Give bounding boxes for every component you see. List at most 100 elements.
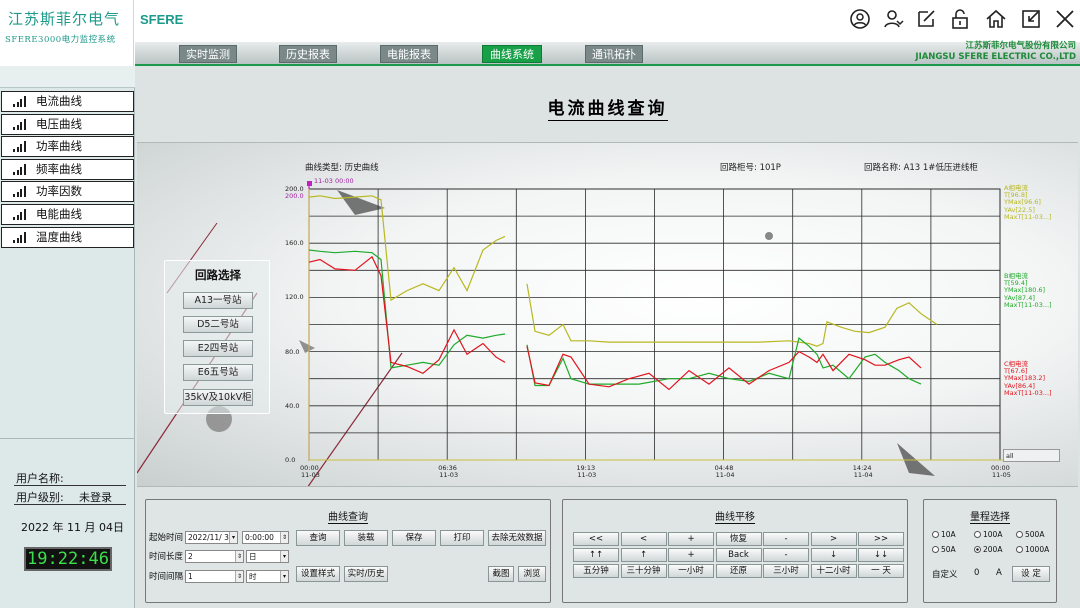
shift-button-row2-4[interactable]: - bbox=[763, 548, 809, 562]
duration-unit-select[interactable]: 日 ▾ bbox=[246, 550, 289, 563]
realtime-history-button[interactable]: 实时/历史 bbox=[344, 566, 388, 582]
tab-curve-system[interactable]: 曲线系统 bbox=[482, 45, 542, 63]
circuit-button-d5[interactable]: D5二号站 bbox=[183, 316, 253, 333]
interval-unit-select[interactable]: 时 ▾ bbox=[246, 570, 289, 583]
range-radio-2[interactable]: 500A bbox=[1016, 530, 1044, 539]
browse-button[interactable]: 浏览 bbox=[518, 566, 546, 582]
radio-dot-icon[interactable] bbox=[1016, 546, 1023, 553]
start-time-input[interactable]: 0:00:00 ⇕ bbox=[242, 531, 289, 544]
chevron-down-icon[interactable]: ▾ bbox=[280, 571, 288, 582]
duration-input[interactable]: 2 ⇕ bbox=[185, 550, 244, 563]
shift-button-row3-3[interactable]: 还原 bbox=[715, 564, 762, 578]
shift-button-row1-3[interactable]: 恢复 bbox=[715, 532, 762, 546]
shift-button-row2-6[interactable]: ↓↓ bbox=[858, 548, 904, 562]
shift-button-row2-0[interactable]: ↑↑ bbox=[573, 548, 619, 562]
custom-range-unit: A bbox=[996, 568, 1002, 578]
x-tick-label-date: 11-03 bbox=[301, 471, 320, 479]
cursor-value-label: 200.0 bbox=[285, 192, 304, 200]
sidebar-item-1[interactable]: 电压曲线 bbox=[1, 113, 134, 135]
circuit-button-a13[interactable]: A13一号站 bbox=[183, 292, 253, 309]
sidebar-item-label: 功率因数 bbox=[36, 184, 82, 199]
duration-unit-value: 日 bbox=[249, 552, 257, 561]
shift-button-row1-5[interactable]: > bbox=[810, 532, 857, 546]
shift-panel-title-text: 曲线平移 bbox=[715, 512, 755, 524]
start-time-value: 0:00:00 bbox=[245, 533, 274, 542]
sidebar-item-0[interactable]: 电流曲线 bbox=[1, 91, 134, 112]
shift-button-row2-2[interactable]: + bbox=[668, 548, 714, 562]
circuit-button-35kv[interactable]: 35kV及10kV柜 bbox=[183, 389, 253, 406]
sidebar-item-5[interactable]: 电能曲线 bbox=[1, 204, 134, 225]
y-tick-label: 120.0 bbox=[285, 293, 304, 302]
sidebar-item-4[interactable]: 功率因数 bbox=[1, 181, 134, 203]
shift-button-row2-1[interactable]: ↑ bbox=[620, 548, 667, 562]
unlock-icon[interactable] bbox=[949, 8, 971, 30]
shift-button-row1-1[interactable]: < bbox=[620, 532, 667, 546]
shift-button-row3-4[interactable]: 三小时 bbox=[763, 564, 809, 578]
sidebar-item-label: 温度曲线 bbox=[36, 229, 82, 244]
time-spinner-icon[interactable]: ⇕ bbox=[280, 532, 288, 543]
circuit-button-e6[interactable]: E6五号站 bbox=[183, 364, 253, 381]
custom-range-label: 自定义 bbox=[932, 570, 958, 580]
range-radio-1[interactable]: 100A bbox=[974, 530, 1002, 539]
save-button[interactable]: 保存 bbox=[392, 530, 436, 546]
set-range-button[interactable]: 设 定 bbox=[1012, 566, 1050, 582]
range-radio-label: 10A bbox=[941, 530, 956, 539]
shift-button-row1-2[interactable]: + bbox=[668, 532, 714, 546]
tab-comm-topology[interactable]: 通讯拓扑 bbox=[585, 45, 643, 63]
range-radio-label: 1000A bbox=[1025, 545, 1050, 554]
radio-dot-icon[interactable] bbox=[974, 546, 981, 553]
sidebar-item-3[interactable]: 频率曲线 bbox=[1, 158, 134, 180]
chart-panel: 曲线类型: 历史曲线 回路柜号: 101P 回路名称: A13 1#低压进线柜 … bbox=[137, 142, 1078, 487]
remove-invalid-button[interactable]: 去除无效数据 bbox=[488, 530, 546, 546]
shift-button-row2-5[interactable]: ↓ bbox=[810, 548, 857, 562]
interval-spinner-icon[interactable]: ⇕ bbox=[235, 571, 243, 582]
sidebar-item-6[interactable]: 温度曲线 bbox=[1, 226, 134, 248]
calendar-icon[interactable]: ▾ bbox=[229, 532, 237, 543]
home-icon[interactable] bbox=[985, 8, 1007, 30]
sidebar-item-2[interactable]: 功率曲线 bbox=[1, 136, 134, 158]
range-radio-4[interactable]: 200A bbox=[974, 545, 1002, 554]
cursor-time-label: 11-03 00:00 bbox=[314, 177, 354, 185]
tab-realtime[interactable]: 实时监测 bbox=[179, 45, 237, 63]
users-icon[interactable] bbox=[882, 8, 904, 30]
shift-button-row1-4[interactable]: - bbox=[763, 532, 809, 546]
duration-spinner-icon[interactable]: ⇕ bbox=[235, 551, 243, 562]
load-button[interactable]: 装载 bbox=[344, 530, 388, 546]
radio-dot-icon[interactable] bbox=[974, 531, 981, 538]
chevron-down-icon[interactable]: ▾ bbox=[280, 551, 288, 562]
shift-button-row2-3[interactable]: Back bbox=[715, 548, 762, 562]
set-style-button[interactable]: 设置样式 bbox=[296, 566, 340, 582]
radio-dot-icon[interactable] bbox=[1016, 531, 1023, 538]
custom-range-value[interactable]: 0 bbox=[974, 568, 979, 578]
user-circle-icon[interactable] bbox=[849, 8, 871, 30]
shift-button-row3-1[interactable]: 三十分钟 bbox=[620, 564, 667, 578]
start-date-input[interactable]: 2022/11/ 3 ▾ bbox=[185, 531, 238, 544]
shift-button-row3-0[interactable]: 五分钟 bbox=[573, 564, 619, 578]
sidebar-item-label: 功率曲线 bbox=[36, 139, 82, 154]
close-icon[interactable] bbox=[1054, 8, 1076, 30]
range-radio-5[interactable]: 1000A bbox=[1016, 545, 1049, 554]
circuit-select-title: 回路选择 bbox=[195, 268, 241, 282]
all-range-box[interactable]: all bbox=[1003, 449, 1060, 462]
tab-history-report[interactable]: 历史报表 bbox=[279, 45, 337, 63]
range-radio-0[interactable]: 10A bbox=[932, 530, 956, 539]
range-radio-3[interactable]: 50A bbox=[932, 545, 956, 554]
shift-button-row1-0[interactable]: << bbox=[573, 532, 619, 546]
query-panel: 曲线查询 起始时间 2022/11/ 3 ▾ 0:00:00 ⇕ 时间长度 2 ⇕ 日… bbox=[145, 499, 551, 603]
x-tick-label-date: 11-04 bbox=[853, 471, 873, 479]
radio-dot-icon[interactable] bbox=[932, 531, 939, 538]
shift-button-row1-6[interactable]: >> bbox=[858, 532, 904, 546]
print-button[interactable]: 打印 bbox=[440, 530, 484, 546]
circuit-button-e2[interactable]: E2四号站 bbox=[183, 340, 253, 357]
shift-button-row3-2[interactable]: 一小时 bbox=[668, 564, 714, 578]
screenshot-button[interactable]: 截图 bbox=[488, 566, 514, 582]
interval-input[interactable]: 1 ⇕ bbox=[185, 570, 244, 583]
radio-dot-icon[interactable] bbox=[932, 546, 939, 553]
shift-button-row3-6[interactable]: 一 天 bbox=[858, 564, 904, 578]
shift-button-row3-5[interactable]: 十二小时 bbox=[810, 564, 857, 578]
sidebar-item-label: 电压曲线 bbox=[36, 116, 82, 131]
tab-energy-report[interactable]: 电能报表 bbox=[380, 45, 438, 63]
edit-icon[interactable] bbox=[915, 8, 937, 30]
shrink-icon[interactable] bbox=[1020, 8, 1042, 30]
query-button[interactable]: 查询 bbox=[296, 530, 340, 546]
